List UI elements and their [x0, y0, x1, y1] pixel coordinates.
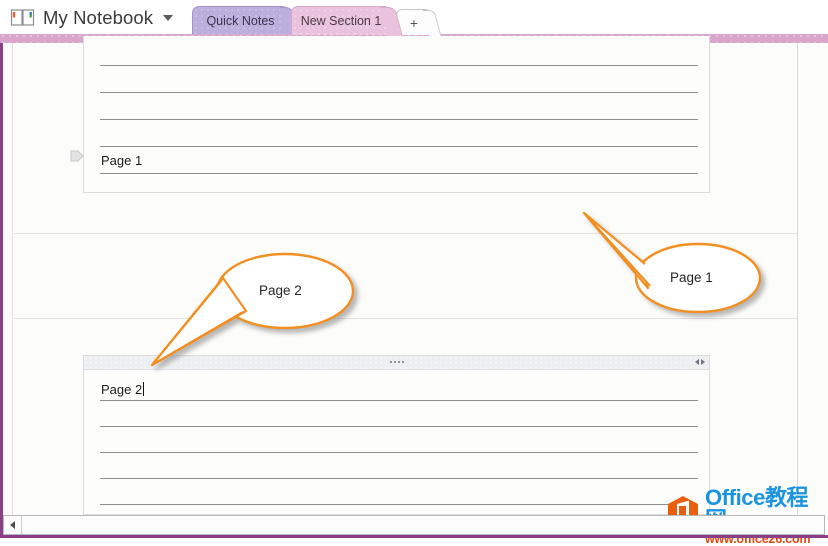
rule-line — [100, 504, 698, 505]
rule-line — [100, 146, 698, 147]
rule-line — [100, 173, 698, 174]
rule-line — [100, 119, 698, 120]
rule-line — [100, 400, 698, 401]
notebook-title: My Notebook — [43, 7, 154, 28]
section-tab-new-section-1[interactable]: New Section 1 — [291, 6, 391, 35]
rule-line — [100, 426, 698, 427]
resize-handle[interactable] — [695, 359, 705, 365]
horizontal-scrollbar[interactable] — [3, 515, 825, 535]
notebook-tab-bar: My Notebook Quick Notes New Section 1 + — [0, 0, 828, 36]
notebook-selector-button[interactable]: My Notebook — [6, 2, 177, 34]
rule-line — [100, 478, 698, 479]
arrow-right-icon[interactable] — [701, 359, 705, 365]
page-container-titlebar[interactable] — [84, 356, 709, 370]
page-container-1[interactable]: Page 1 — [83, 36, 710, 193]
page-title-1[interactable]: Page 1 — [101, 153, 142, 168]
plus-icon: + — [409, 14, 419, 31]
arrow-left-icon[interactable] — [695, 359, 699, 365]
section-tab-label: Quick Notes — [206, 14, 275, 28]
text-cursor — [143, 382, 145, 396]
section-separator — [14, 233, 797, 234]
section-tab-quick-notes[interactable]: Quick Notes — [192, 6, 289, 35]
rule-line — [100, 92, 698, 93]
right-panel-divider — [797, 43, 798, 515]
rule-line — [100, 65, 698, 66]
page-container-2[interactable]: Page 2 — [83, 355, 710, 515]
open-book-icon — [10, 8, 36, 28]
page-navigation-rail[interactable] — [3, 43, 13, 515]
page-title-2[interactable]: Page 2 — [101, 382, 145, 397]
rule-line — [100, 452, 698, 453]
drag-dots-icon[interactable] — [389, 361, 404, 363]
section-separator — [14, 318, 797, 319]
scrollbar-track[interactable] — [22, 516, 824, 534]
window-left-border — [0, 43, 3, 538]
section-tab-label: New Section 1 — [300, 14, 382, 28]
scroll-left-button[interactable] — [4, 516, 22, 534]
chevron-down-icon[interactable] — [163, 15, 174, 21]
arrow-left-icon — [10, 521, 15, 529]
